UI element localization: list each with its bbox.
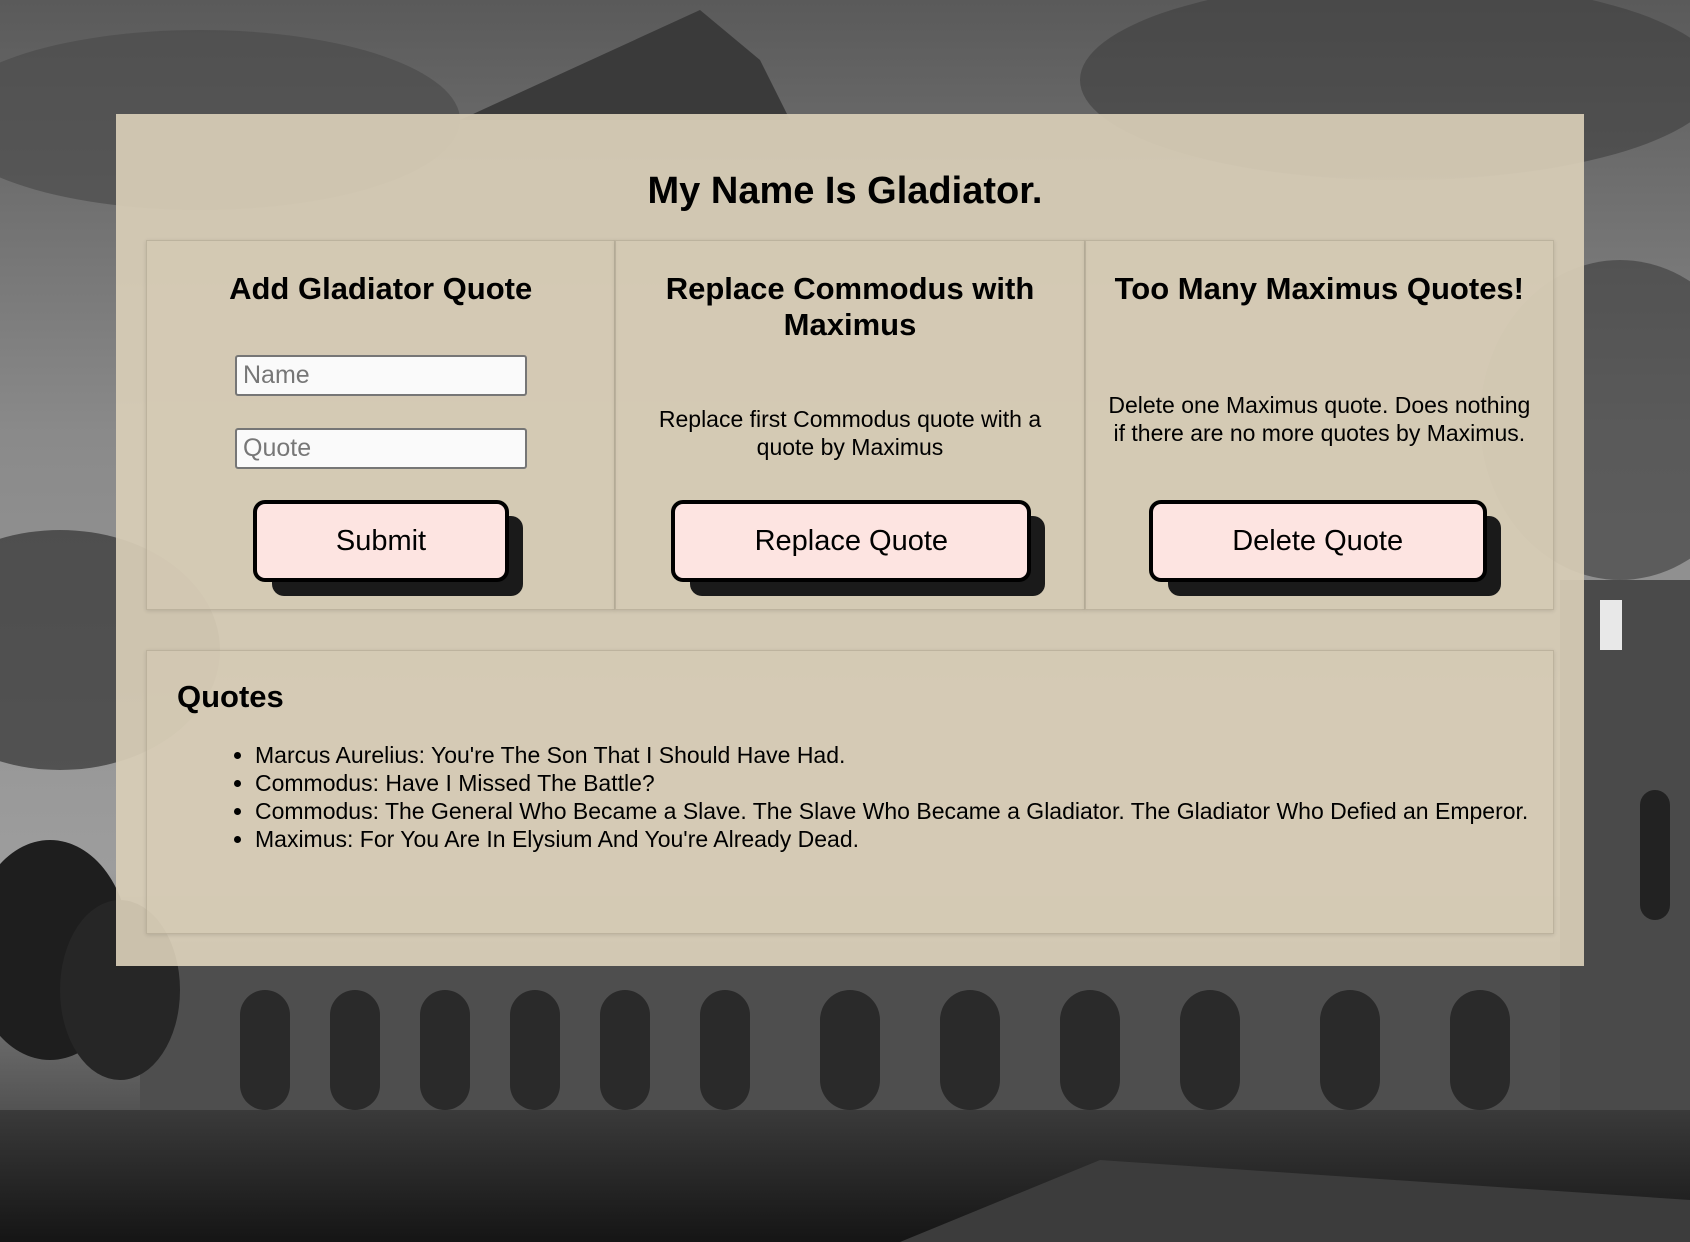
submit-button-wrap: Submit	[253, 500, 523, 596]
replace-quote-description: Replace first Commodus quote with a quot…	[658, 406, 1042, 460]
replace-quote-heading: Replace Commodus with Maximus	[665, 271, 1035, 342]
delete-quote-description: Delete one Maximus quote. Does nothing i…	[1108, 392, 1531, 446]
add-quote-card: Add Gladiator Quote Submit	[146, 240, 616, 610]
replace-button-wrap: Replace Quote	[671, 500, 1046, 596]
delete-button-wrap: Delete Quote	[1148, 500, 1501, 596]
add-quote-heading: Add Gladiator Quote	[229, 271, 533, 306]
delete-quote-card: Too Many Maximus Quotes! Delete one Maxi…	[1084, 240, 1554, 610]
page-title: My Name Is Gladiator.	[647, 170, 1043, 212]
quote-item: Marcus Aurelius: You're The Son That I S…	[255, 741, 1675, 769]
quotes-card: Quotes Marcus Aurelius: You're The Son T…	[146, 650, 1554, 934]
quote-input[interactable]	[235, 428, 527, 469]
quotes-list: Marcus Aurelius: You're The Son That I S…	[225, 741, 1675, 853]
name-input[interactable]	[235, 355, 527, 396]
replace-quote-button[interactable]: Replace Quote	[671, 500, 1032, 582]
quotes-heading: Quotes	[177, 679, 284, 714]
quote-item: Commodus: Have I Missed The Battle?	[255, 769, 1675, 797]
quote-item: Commodus: The General Who Became a Slave…	[255, 797, 1675, 825]
submit-button[interactable]: Submit	[253, 500, 509, 582]
delete-quote-heading: Too Many Maximus Quotes!	[1114, 271, 1524, 306]
quote-item: Maximus: For You Are In Elysium And You'…	[255, 825, 1675, 853]
replace-quote-card: Replace Commodus with Maximus Replace fi…	[615, 240, 1085, 610]
action-cards: Add Gladiator Quote Submit Replace Commo…	[146, 240, 1554, 610]
delete-quote-button[interactable]: Delete Quote	[1148, 500, 1487, 582]
